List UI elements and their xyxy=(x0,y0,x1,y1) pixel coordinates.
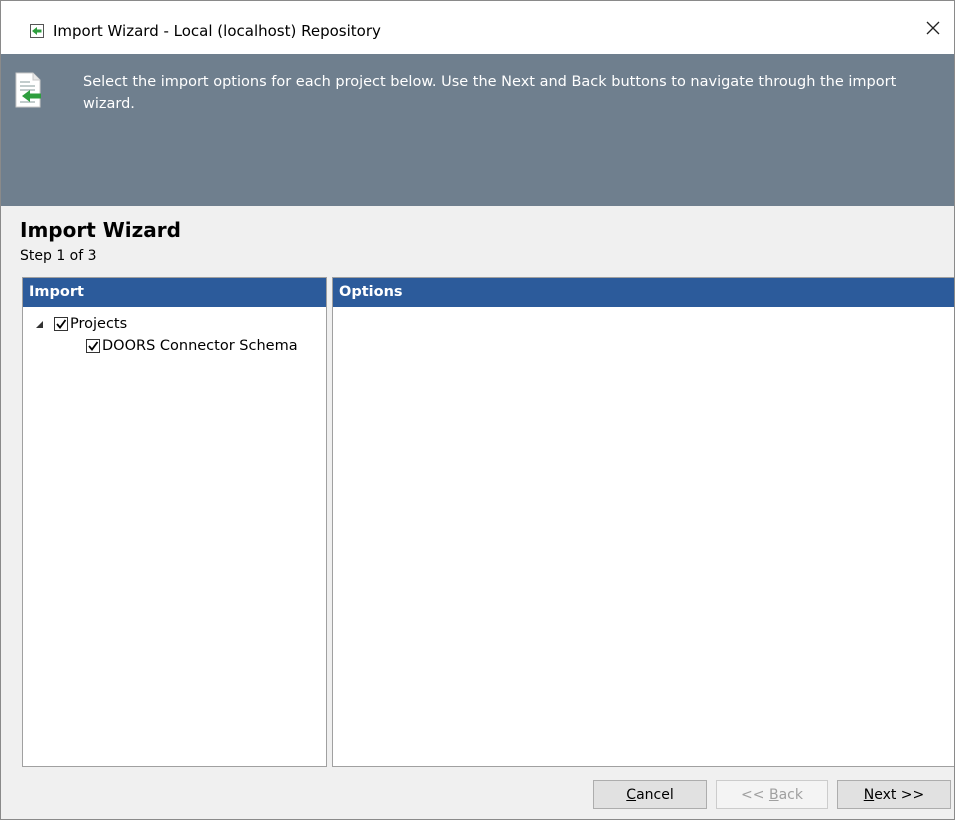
import-panel: Import Projects DOORS Connector Schema xyxy=(22,277,327,767)
import-window-icon xyxy=(29,23,45,39)
cancel-button[interactable]: Cancel xyxy=(593,780,707,809)
tree-item-label: Projects xyxy=(70,316,128,332)
close-button[interactable] xyxy=(916,15,950,45)
import-wizard-window: Import Wizard - Local (localhost) Reposi… xyxy=(0,0,955,820)
options-panel: Options xyxy=(332,277,954,767)
back-label-prefix: << xyxy=(741,786,769,803)
close-icon xyxy=(926,21,940,39)
tree-item-doors-connector-schema[interactable]: DOORS Connector Schema xyxy=(86,336,298,356)
title-bar: Import Wizard - Local (localhost) Reposi… xyxy=(1,1,954,54)
import-document-icon xyxy=(13,72,43,108)
checkmark-icon xyxy=(88,341,99,351)
back-button[interactable]: << Back xyxy=(716,780,828,809)
next-mnemonic: N xyxy=(863,786,875,803)
options-panel-header: Options xyxy=(333,278,954,307)
expand-triangle-icon[interactable] xyxy=(32,317,46,331)
next-label-rest: ext >> xyxy=(874,786,925,803)
projects-checkbox[interactable] xyxy=(54,317,68,331)
doors-connector-schema-checkbox[interactable] xyxy=(86,339,100,353)
cancel-mnemonic: C xyxy=(626,786,637,803)
tree-item-projects[interactable]: Projects xyxy=(32,314,127,334)
checkmark-icon xyxy=(56,319,67,329)
wizard-step-indicator: Step 1 of 3 xyxy=(20,248,97,264)
back-mnemonic: B xyxy=(768,786,779,803)
import-panel-header: Import xyxy=(23,278,326,307)
wizard-title: Import Wizard xyxy=(20,218,181,242)
wizard-banner: Select the import options for each proje… xyxy=(1,54,954,206)
cancel-label-rest: ancel xyxy=(636,786,674,803)
tree-item-label: DOORS Connector Schema xyxy=(102,338,298,354)
next-button[interactable]: Next >> xyxy=(837,780,951,809)
banner-instructions: Select the import options for each proje… xyxy=(83,74,897,112)
window-title: Import Wizard - Local (localhost) Reposi… xyxy=(53,22,381,40)
back-label-rest: ack xyxy=(778,786,803,803)
